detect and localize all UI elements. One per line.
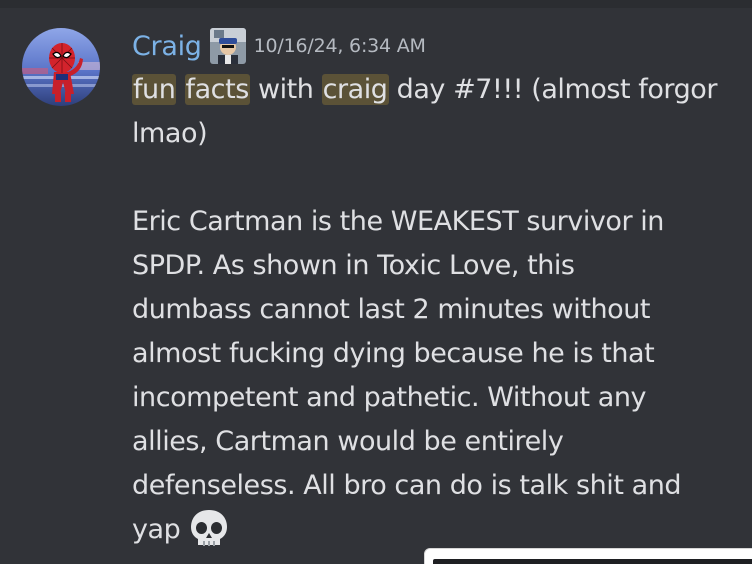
username[interactable]: Craig [132, 31, 202, 62]
last-word: yap [132, 514, 181, 545]
paragraph-line: SPDP. As shown in Toxic Love, this [132, 250, 575, 281]
paragraph-line: incompetent and pathetic. Without any [132, 382, 647, 413]
craig-photo-icon[interactable] [209, 28, 246, 64]
paragraph-line: Eric Cartman is the WEAKEST survivor in [132, 206, 664, 237]
message-content: fun facts with craig day #7!!! (almost f… [132, 68, 732, 552]
highlighted-word-fun: fun [132, 74, 177, 105]
message-header: Craig 10/16/24, 6:34 AM [132, 28, 426, 64]
message-timestamp: 10/16/24, 6:34 AM [253, 35, 426, 57]
paragraph-line: defenseless. All bro can do is talk shit… [132, 470, 682, 501]
user-avatar[interactable] [22, 28, 100, 106]
paragraph-line: dumbass cannot last 2 minutes without [132, 294, 651, 325]
message-line-1: fun facts with craig day #7!!! (almost f… [132, 68, 732, 112]
line-1-rest: day #7!!! (almost forgor [396, 74, 718, 105]
paragraph-line: almost fucking dying because he is that [132, 338, 655, 369]
highlighted-word-craig: craig [321, 74, 389, 105]
popup-window-edge [424, 548, 752, 564]
skull-emoji-icon [188, 508, 230, 548]
chat-message: Craig 10/16/24, 6:34 AM fun facts with c… [0, 0, 752, 564]
popup-window-inner [433, 559, 752, 564]
message-last-line: yap [132, 508, 732, 552]
paragraph-line: allies, Cartman would be entirely [132, 426, 564, 457]
word-with: with [257, 74, 314, 105]
highlighted-word-facts: facts [184, 74, 250, 105]
spider-man-avatar-image [22, 28, 100, 106]
message-line-2: lmao) [132, 118, 208, 149]
